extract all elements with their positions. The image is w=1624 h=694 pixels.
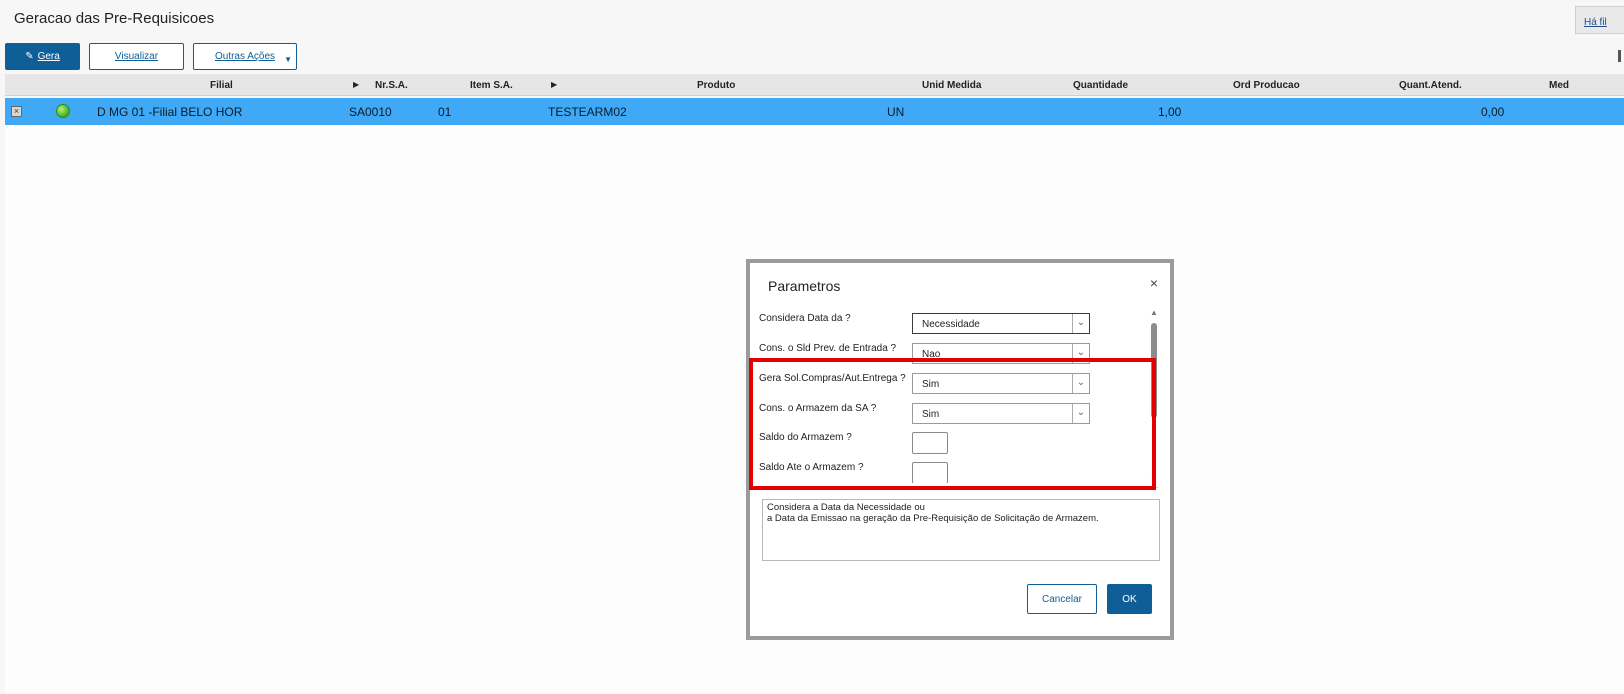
cell-quant-atend: 0,00: [1481, 105, 1505, 119]
select-value: Sim: [922, 379, 940, 390]
chevron-down-icon[interactable]: ⌄: [1072, 314, 1089, 333]
col-nr-sa[interactable]: Nr.S.A.: [375, 80, 408, 91]
chevron-down-icon[interactable]: ⌄: [1072, 374, 1089, 393]
cons-armazem-sa-select[interactable]: Sim ⌄: [912, 403, 1090, 424]
page-title: Geracao das Pre-Requisicoes: [14, 10, 215, 27]
outras-acoes-button[interactable]: Outras Ações ▼: [193, 43, 297, 70]
saldo-ate-armazem-input[interactable]: [912, 462, 948, 483]
cell-filial: D MG 01 -Filial BELO HOR: [97, 105, 243, 119]
col-produto[interactable]: Produto: [697, 80, 735, 91]
grid-header: Filial ▶ Nr.S.A. Item S.A. ▶ Produto Uni…: [5, 74, 1624, 96]
param-label: Considera Data da ?: [759, 313, 851, 324]
scroll-down-icon[interactable]: ▼: [1150, 471, 1158, 480]
caret-down-icon: ▼: [284, 55, 292, 64]
scroll-thumb[interactable]: [1151, 323, 1157, 418]
dialog-title: Parametros: [768, 278, 841, 294]
help-line: a Data da Emissao na geração da Pre-Requ…: [767, 513, 1099, 524]
divider: [758, 487, 1158, 488]
param-scrollbar[interactable]: ▲ ▼: [1150, 308, 1159, 483]
cell-item-sa: 01: [438, 105, 452, 119]
cell-unid-medida: UN: [887, 105, 905, 119]
col-item-sa[interactable]: Item S.A.: [470, 80, 513, 91]
param-label: Cons. o Sld Prev. de Entrada ?: [759, 343, 897, 354]
considera-data-select[interactable]: Necessidade ⌄: [912, 313, 1090, 334]
param-list: Considera Data da ? Necessidade ⌄ Cons. …: [755, 308, 1155, 483]
visualizar-label: Visualizar: [114, 51, 159, 62]
gera-sol-compras-select[interactable]: Sim ⌄: [912, 373, 1090, 394]
col-unid-medida[interactable]: Unid Medida: [922, 80, 981, 91]
param-label: Saldo do Armazem ?: [759, 432, 852, 443]
saldo-armazem-input[interactable]: [912, 432, 948, 454]
cons-sld-prev-select[interactable]: Nao ⌄: [912, 343, 1090, 364]
filter-link[interactable]: Há fil: [1575, 6, 1624, 34]
param-label: Saldo Ate o Armazem ?: [759, 462, 864, 473]
col-filial[interactable]: Filial: [210, 80, 233, 91]
row-checkbox[interactable]: ×: [11, 106, 22, 117]
panel-toggle-icon[interactable]: [1618, 50, 1621, 62]
status-legend-icon: [56, 104, 70, 118]
col-quantidade[interactable]: Quantidade: [1073, 80, 1128, 91]
chevron-down-icon[interactable]: ⌄: [1072, 404, 1089, 423]
help-line: Considera a Data da Necessidade ou: [767, 502, 925, 513]
help-text: Considera a Data da Necessidade ou a Dat…: [762, 499, 1160, 561]
pencil-icon: ✎: [25, 51, 34, 62]
chevron-down-icon[interactable]: ⌄: [1072, 344, 1089, 363]
param-label: Gera Sol.Compras/Aut.Entrega ?: [759, 373, 906, 384]
visualizar-button[interactable]: Visualizar: [89, 43, 184, 70]
gera-button[interactable]: ✎ Gera: [5, 43, 80, 70]
cell-nr-sa: SA0010: [349, 105, 392, 119]
cell-produto: TESTEARM02: [548, 105, 627, 119]
col-med[interactable]: Med: [1549, 80, 1569, 91]
gera-label: Gera: [37, 51, 60, 62]
col-arrow-icon[interactable]: ▶: [551, 80, 557, 89]
parametros-dialog-frame: Parametros × Considera Data da ? Necessi…: [746, 259, 1174, 640]
col-arrow-icon[interactable]: ▶: [353, 80, 359, 89]
ok-button[interactable]: OK: [1107, 584, 1152, 614]
outras-acoes-label: Outras Ações: [214, 51, 276, 62]
select-value: Nao: [922, 349, 941, 360]
select-value: Sim: [922, 409, 940, 420]
cancel-button[interactable]: Cancelar: [1027, 584, 1097, 614]
scroll-up-icon[interactable]: ▲: [1150, 308, 1158, 317]
close-icon[interactable]: ×: [1150, 275, 1158, 291]
select-value: Necessidade: [922, 319, 980, 330]
param-label: Cons. o Armazem da SA ?: [759, 403, 877, 414]
cell-quantidade: 1,00: [1158, 105, 1182, 119]
table-row[interactable]: × D MG 01 -Filial BELO HOR SA0010 01 TES…: [5, 98, 1624, 125]
col-quant-atend[interactable]: Quant.Atend.: [1399, 80, 1462, 91]
parametros-dialog: Parametros × Considera Data da ? Necessi…: [750, 263, 1170, 636]
col-ord-producao[interactable]: Ord Producao: [1233, 80, 1300, 91]
